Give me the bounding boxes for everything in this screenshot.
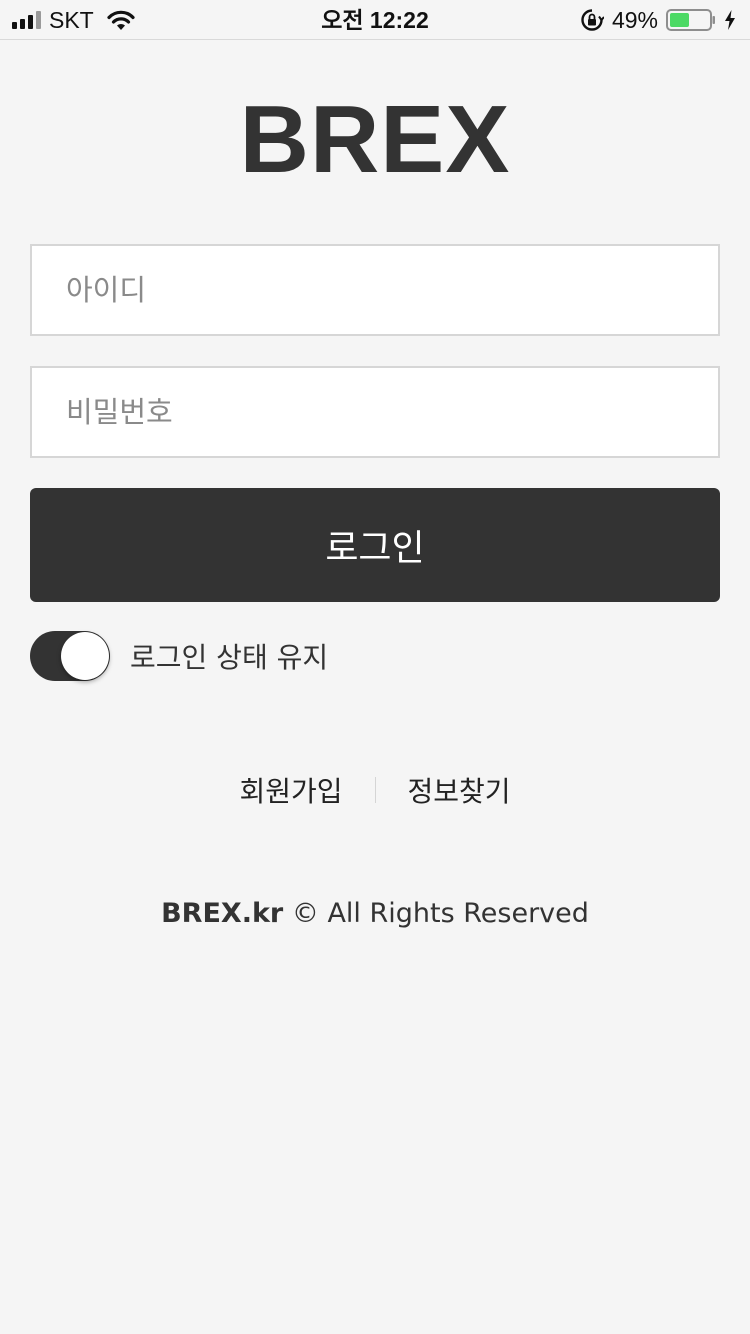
signal-strength-icon: [12, 11, 41, 29]
footer-brand: BREX.kr: [161, 898, 284, 929]
footer-rights: All Rights Reserved: [327, 898, 589, 929]
keep-login-label: 로그인 상태 유지: [130, 641, 329, 674]
signup-link[interactable]: 회원가입: [239, 770, 342, 810]
password-input[interactable]: [30, 366, 720, 458]
charging-bolt-icon: [725, 10, 735, 30]
login-button[interactable]: 로그인: [30, 488, 720, 602]
toggle-knob: [61, 632, 109, 680]
copyright-icon: ©: [291, 898, 319, 929]
status-bar: SKT 오전 12:22 49%: [0, 0, 750, 40]
keep-login-toggle[interactable]: [30, 631, 110, 681]
brand-logo: BREX: [239, 86, 511, 193]
status-right: 49%: [580, 6, 736, 34]
link-divider: [374, 777, 376, 803]
find-info-link[interactable]: 정보찾기: [408, 770, 511, 810]
status-left: SKT: [12, 6, 136, 34]
id-input[interactable]: [30, 244, 720, 336]
battery-percent: 49%: [611, 6, 658, 33]
carrier-name: SKT: [49, 6, 94, 33]
footer: BREX.kr © All Rights Reserved: [0, 892, 750, 936]
account-links: 회원가입 정보찾기: [0, 766, 750, 814]
keep-login-row[interactable]: 로그인 상태 유지: [30, 630, 328, 682]
rotation-lock-icon: [581, 9, 604, 31]
wifi-icon: [107, 10, 135, 30]
battery-icon: [666, 9, 715, 31]
